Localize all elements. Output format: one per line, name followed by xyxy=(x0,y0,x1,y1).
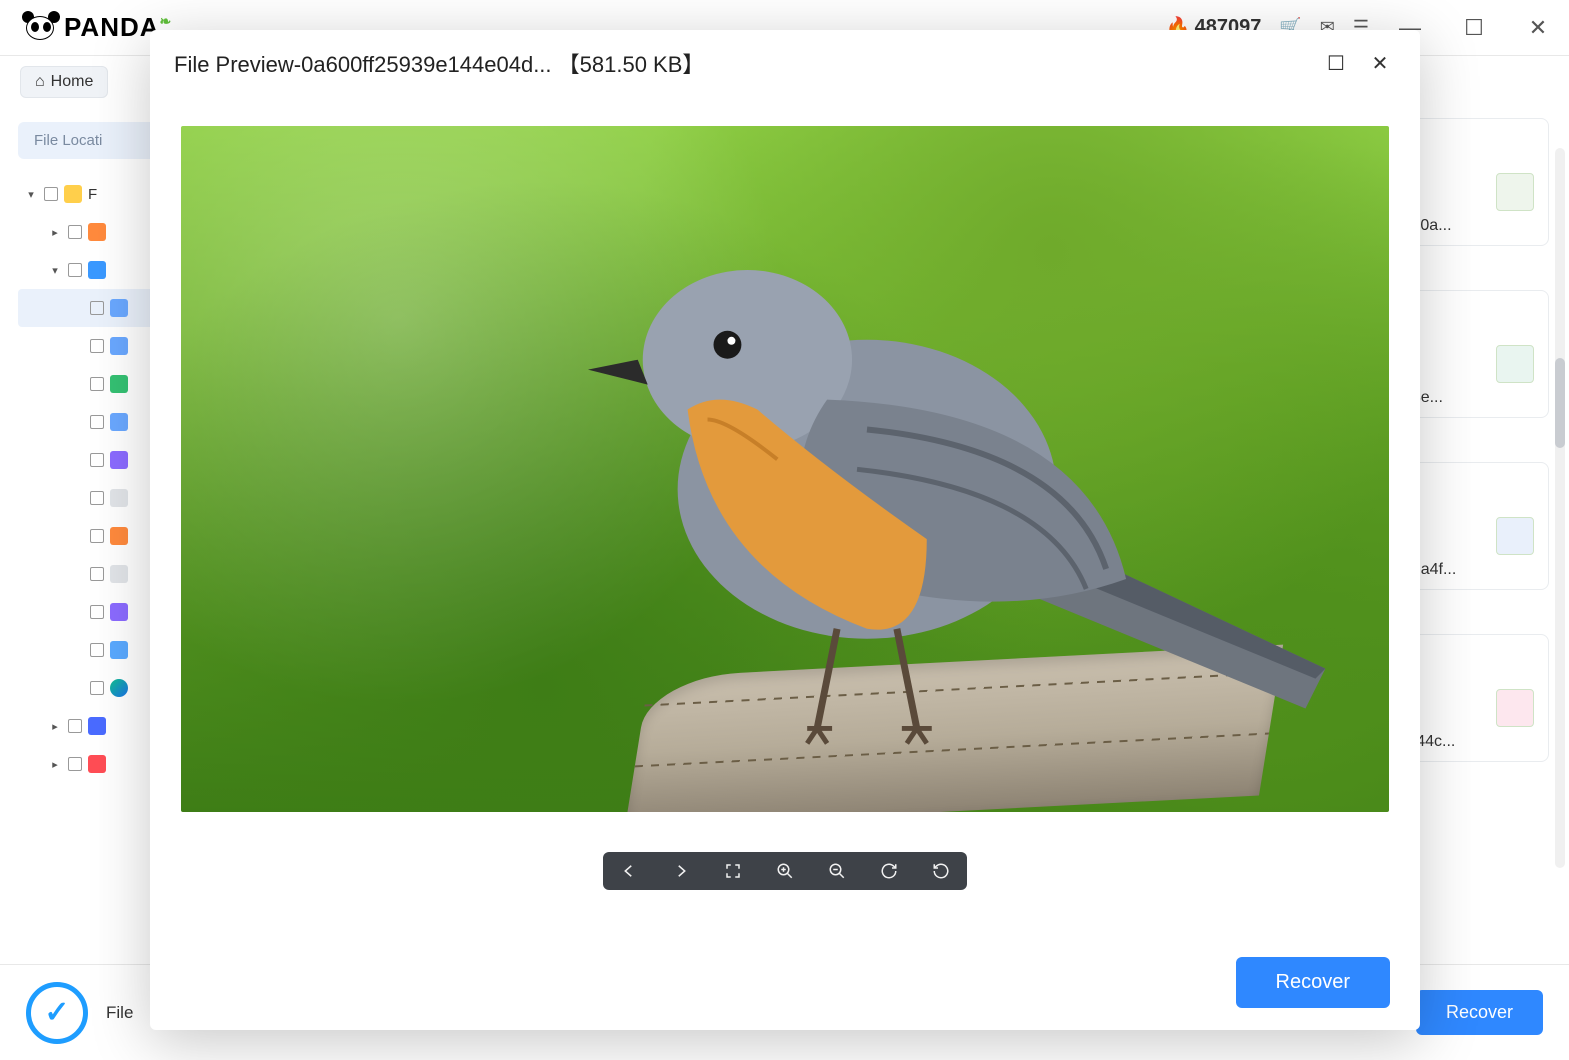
footer-status: File xyxy=(106,1003,133,1023)
thumbnail xyxy=(1496,689,1534,727)
checkbox[interactable] xyxy=(68,719,82,733)
file-type-icon xyxy=(110,413,128,431)
checkbox[interactable] xyxy=(90,681,104,695)
expander-icon[interactable]: ▾ xyxy=(48,264,62,277)
preview-close[interactable]: ✕ xyxy=(1358,41,1402,85)
checkbox[interactable] xyxy=(90,301,104,315)
fullscreen-icon[interactable] xyxy=(717,858,749,884)
scan-complete-badge: ✓ xyxy=(26,982,88,1044)
zoom-out-icon[interactable] xyxy=(821,858,853,884)
file-type-icon xyxy=(88,261,106,279)
file-type-icon xyxy=(110,641,128,659)
preview-title: File Preview-0a600ff25939e144e04d... 【58… xyxy=(174,47,704,79)
checkbox[interactable] xyxy=(90,567,104,581)
scrollbar-thumb[interactable] xyxy=(1555,358,1565,448)
rotate-cw-icon[interactable] xyxy=(873,858,905,884)
file-type-icon xyxy=(110,299,128,317)
checkbox[interactable] xyxy=(68,757,82,771)
checkbox[interactable] xyxy=(90,643,104,657)
check-icon: ✓ xyxy=(44,995,69,1030)
prev-icon[interactable] xyxy=(613,858,645,884)
file-type-icon xyxy=(88,755,106,773)
expander-icon[interactable]: ▸ xyxy=(48,226,62,239)
window-close[interactable]: ✕ xyxy=(1515,5,1561,51)
preview-recover-button[interactable]: Recover xyxy=(1236,957,1390,1008)
home-chip[interactable]: ⌂ Home xyxy=(20,66,108,98)
zoom-in-icon[interactable] xyxy=(769,858,801,884)
file-type-icon xyxy=(110,489,128,507)
checkbox[interactable] xyxy=(90,415,104,429)
next-icon[interactable] xyxy=(665,858,697,884)
file-type-icon xyxy=(110,679,128,697)
home-icon: ⌂ xyxy=(35,73,45,91)
expander-icon[interactable]: ▸ xyxy=(48,720,62,733)
checkbox[interactable] xyxy=(90,491,104,505)
file-type-icon xyxy=(88,223,106,241)
rotate-ccw-icon[interactable] xyxy=(925,858,957,884)
checkbox[interactable] xyxy=(68,263,82,277)
checkbox[interactable] xyxy=(90,339,104,353)
preview-toolbar xyxy=(603,852,967,890)
home-label: Home xyxy=(51,73,94,91)
file-type-icon xyxy=(110,375,128,393)
file-type-icon xyxy=(88,717,106,735)
file-type-icon xyxy=(110,527,128,545)
file-type-icon xyxy=(64,185,82,203)
thumbnail xyxy=(1496,345,1534,383)
thumbnail xyxy=(1496,173,1534,211)
scrollbar-track xyxy=(1555,148,1565,868)
file-type-icon xyxy=(110,337,128,355)
file-type-icon xyxy=(110,565,128,583)
checkbox[interactable] xyxy=(90,605,104,619)
bird-illustration xyxy=(568,208,1365,771)
preview-maximize[interactable]: ☐ xyxy=(1314,41,1358,85)
preview-footer: Recover xyxy=(150,934,1420,1030)
preview-titlebar: File Preview-0a600ff25939e144e04d... 【58… xyxy=(150,30,1420,96)
preview-image[interactable] xyxy=(181,126,1389,812)
preview-modal: File Preview-0a600ff25939e144e04d... 【58… xyxy=(150,30,1420,1030)
checkbox[interactable] xyxy=(90,453,104,467)
panda-icon xyxy=(24,13,58,43)
file-type-icon xyxy=(110,451,128,469)
checkbox[interactable] xyxy=(90,529,104,543)
tree-label: F xyxy=(88,186,97,203)
checkbox[interactable] xyxy=(44,187,58,201)
checkbox[interactable] xyxy=(68,225,82,239)
preview-image-area xyxy=(150,96,1420,934)
thumbnail xyxy=(1496,517,1534,555)
checkbox[interactable] xyxy=(90,377,104,391)
file-type-icon xyxy=(110,603,128,621)
window-maximize[interactable]: ☐ xyxy=(1451,5,1497,51)
expander-icon[interactable]: ▾ xyxy=(24,188,38,201)
expander-icon[interactable]: ▸ xyxy=(48,758,62,771)
recover-button[interactable]: Recover xyxy=(1416,990,1543,1035)
